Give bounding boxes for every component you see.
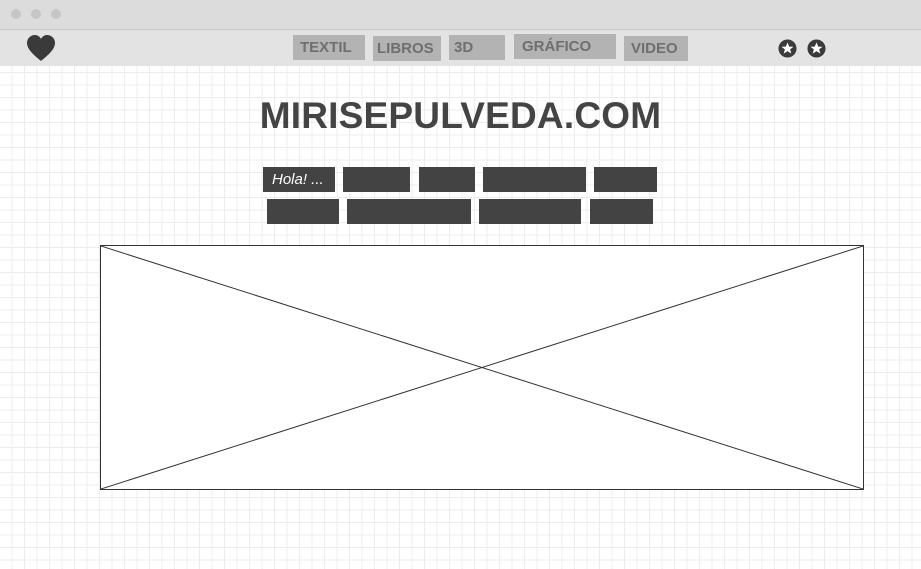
tag-button[interactable] — [594, 167, 657, 192]
tag-button[interactable] — [343, 167, 410, 192]
star-icon[interactable] — [778, 39, 797, 58]
tag-button[interactable] — [347, 199, 471, 224]
nav-item-video[interactable]: VIDEO — [624, 36, 688, 61]
top-nav-bar: TEXTIL LIBROS 3D GRÁFICO VIDEO — [0, 30, 921, 66]
tag-button[interactable] — [483, 167, 586, 192]
heart-icon[interactable] — [26, 34, 56, 62]
nav-item-libros[interactable]: LIBROS — [373, 36, 441, 61]
window-minimize-button[interactable] — [31, 9, 41, 19]
site-title: MIRISEPULVEDA.COM — [259, 95, 662, 136]
nav-item-textil[interactable]: TEXTIL — [293, 35, 365, 60]
tag-button[interactable] — [590, 199, 653, 224]
tag-button[interactable] — [267, 199, 339, 224]
tag-button-hola[interactable]: Hola! ... — [263, 167, 335, 192]
image-placeholder — [100, 245, 864, 490]
window-maximize-button[interactable] — [51, 9, 61, 19]
image-placeholder-cross — [101, 246, 863, 489]
window-close-button[interactable] — [11, 9, 21, 19]
window-titlebar — [0, 0, 921, 30]
tag-button[interactable] — [479, 199, 581, 224]
nav-item-grafico[interactable]: GRÁFICO — [514, 34, 616, 59]
tag-button[interactable] — [419, 167, 475, 192]
nav-item-3d[interactable]: 3D — [449, 35, 505, 60]
star-icon[interactable] — [807, 39, 826, 58]
